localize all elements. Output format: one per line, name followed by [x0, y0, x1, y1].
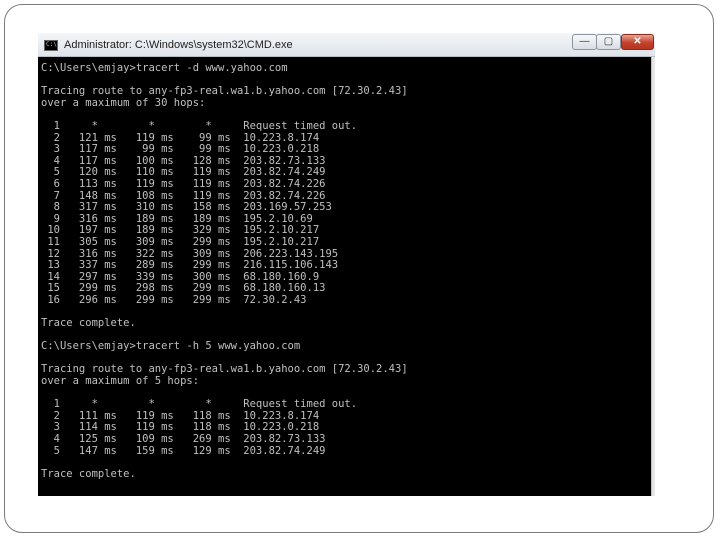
vertical-scrollbar[interactable]	[651, 57, 655, 496]
cmd-window: C:\ Administrator: C:\Windows\system32\C…	[38, 33, 655, 496]
cmd-icon-glyph: C:\	[46, 41, 57, 48]
console-line: Trace complete.	[41, 317, 136, 330]
console-line: 4 125 ms 109 ms 269 ms 203.82.73.133	[41, 433, 326, 445]
console-line: C:\Users\emjay>tracert -h 5 www.yahoo.co…	[41, 340, 301, 353]
console-line: 6 113 ms 119 ms 119 ms 203.82.74.226	[41, 177, 326, 190]
console-line: 5 147 ms 159 ms 129 ms 203.82.74.249	[41, 444, 326, 457]
console-line: 8 317 ms 310 ms 158 ms 203.169.57.253	[41, 201, 332, 214]
console-line: 1 * * * Request timed out.	[41, 119, 358, 132]
console-line: 16 296 ms 299 ms 299 ms 72.30.2.43	[41, 293, 307, 306]
title-bar[interactable]: C:\ Administrator: C:\Windows\system32\C…	[38, 33, 655, 57]
console-line: over a maximum of 5 hops:	[41, 375, 200, 388]
console-line: 13 337 ms 289 ms 299 ms 216.115.106.143	[41, 259, 339, 272]
console-line: C:\Users\emjay>tracert -d www.yahoo.com	[41, 63, 288, 74]
cmd-icon: C:\	[44, 40, 58, 51]
minimize-button[interactable]: —	[572, 34, 597, 50]
console-line: 3 117 ms 99 ms 99 ms 10.223.0.218	[41, 143, 320, 156]
window-title: Administrator: C:\Windows\system32\CMD.e…	[64, 39, 293, 51]
console-line: over a maximum of 30 hops:	[41, 96, 206, 109]
console-output[interactable]: C:\Users\emjay>tracert -d www.yahoo.com T…	[41, 63, 651, 493]
console-line: 11 305 ms 309 ms 299 ms 195.2.10.217	[41, 235, 320, 248]
close-button[interactable]: ✕	[621, 34, 654, 50]
console-line: Trace complete.	[41, 467, 136, 480]
maximize-button[interactable]: ▢	[596, 34, 621, 50]
